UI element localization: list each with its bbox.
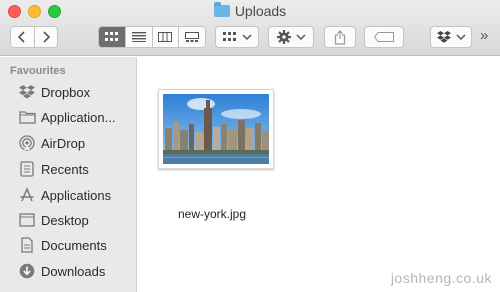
finder-window: Uploads » Favourites Dropbox Application…	[0, 0, 500, 292]
columns-icon	[158, 32, 173, 42]
gallery-icon	[185, 32, 200, 42]
sidebar: Favourites Dropbox Application... AirDro…	[0, 57, 137, 292]
toolbar: Uploads »	[0, 0, 500, 56]
airdrop-icon	[18, 134, 36, 152]
chevron-down-icon	[241, 34, 252, 41]
chevron-down-icon	[295, 34, 306, 41]
chevron-left-icon	[18, 31, 25, 43]
chevron-right-icon	[43, 31, 50, 43]
sidebar-item-dropbox[interactable]: Dropbox	[18, 81, 136, 103]
column-view-button[interactable]	[153, 27, 180, 47]
file-thumbnail[interactable]	[158, 89, 274, 169]
sidebar-item-label: Recents	[41, 161, 89, 177]
dropbox-icon	[436, 31, 451, 43]
share-button[interactable]	[324, 26, 356, 48]
window-title: Uploads	[0, 2, 500, 19]
sidebar-item-label: AirDrop	[41, 135, 86, 151]
list-icon	[131, 32, 146, 42]
sidebar-item-desktop[interactable]: Desktop	[18, 209, 136, 231]
sidebar-item-label: Desktop	[41, 212, 89, 228]
file-name-label[interactable]: new-york.jpg	[178, 207, 246, 221]
desktop-icon	[18, 211, 36, 229]
toolbar-overflow-button[interactable]: »	[480, 27, 488, 44]
city-skyline-image	[163, 94, 269, 164]
recents-icon	[18, 160, 36, 178]
icon-grid-icon	[104, 32, 118, 41]
sidebar-item-label: Application...	[41, 109, 116, 125]
list-view-button[interactable]	[126, 27, 153, 47]
gallery-view-button[interactable]	[179, 27, 205, 47]
sidebar-item-applications[interactable]: Applications	[18, 184, 136, 206]
forward-button[interactable]	[35, 27, 58, 47]
sidebar-item-recents[interactable]: Recents	[18, 158, 136, 180]
action-button[interactable]	[268, 26, 314, 48]
applications-icon	[18, 186, 36, 204]
downloads-icon	[18, 262, 36, 280]
tag-button[interactable]	[364, 26, 404, 48]
sidebar-item-label: Applications	[41, 187, 112, 203]
sidebar-item-label: Documents	[41, 237, 107, 253]
view-mode-control	[98, 26, 206, 48]
sidebar-item-application-folder[interactable]: Application...	[18, 106, 136, 128]
chevron-down-icon	[455, 34, 466, 41]
group-grid-icon	[222, 32, 236, 41]
sidebar-section-title: Favourites	[10, 65, 66, 77]
gear-icon	[276, 30, 291, 44]
folder-icon	[213, 2, 230, 17]
file-browser-area[interactable]: new-york.jpg joshheng.co.uk	[138, 57, 500, 292]
sidebar-item-label: Dropbox	[41, 84, 91, 100]
window-title-text: Uploads	[234, 3, 287, 19]
dropbox-menu-button[interactable]	[430, 26, 472, 48]
sidebar-item-downloads[interactable]: Downloads	[18, 260, 136, 282]
watermark: joshheng.co.uk	[390, 270, 492, 286]
back-forward-control	[10, 26, 58, 48]
documents-icon	[18, 236, 36, 254]
back-button[interactable]	[11, 27, 35, 47]
share-icon	[334, 29, 346, 45]
folder-icon	[18, 108, 36, 126]
icon-view-button[interactable]	[99, 27, 126, 47]
sidebar-item-airdrop[interactable]: AirDrop	[18, 132, 136, 154]
tag-icon	[374, 32, 394, 42]
dropbox-icon	[18, 83, 36, 101]
group-by-button[interactable]	[215, 26, 259, 48]
sidebar-item-documents[interactable]: Documents	[18, 234, 136, 256]
sidebar-item-label: Downloads	[41, 263, 106, 279]
